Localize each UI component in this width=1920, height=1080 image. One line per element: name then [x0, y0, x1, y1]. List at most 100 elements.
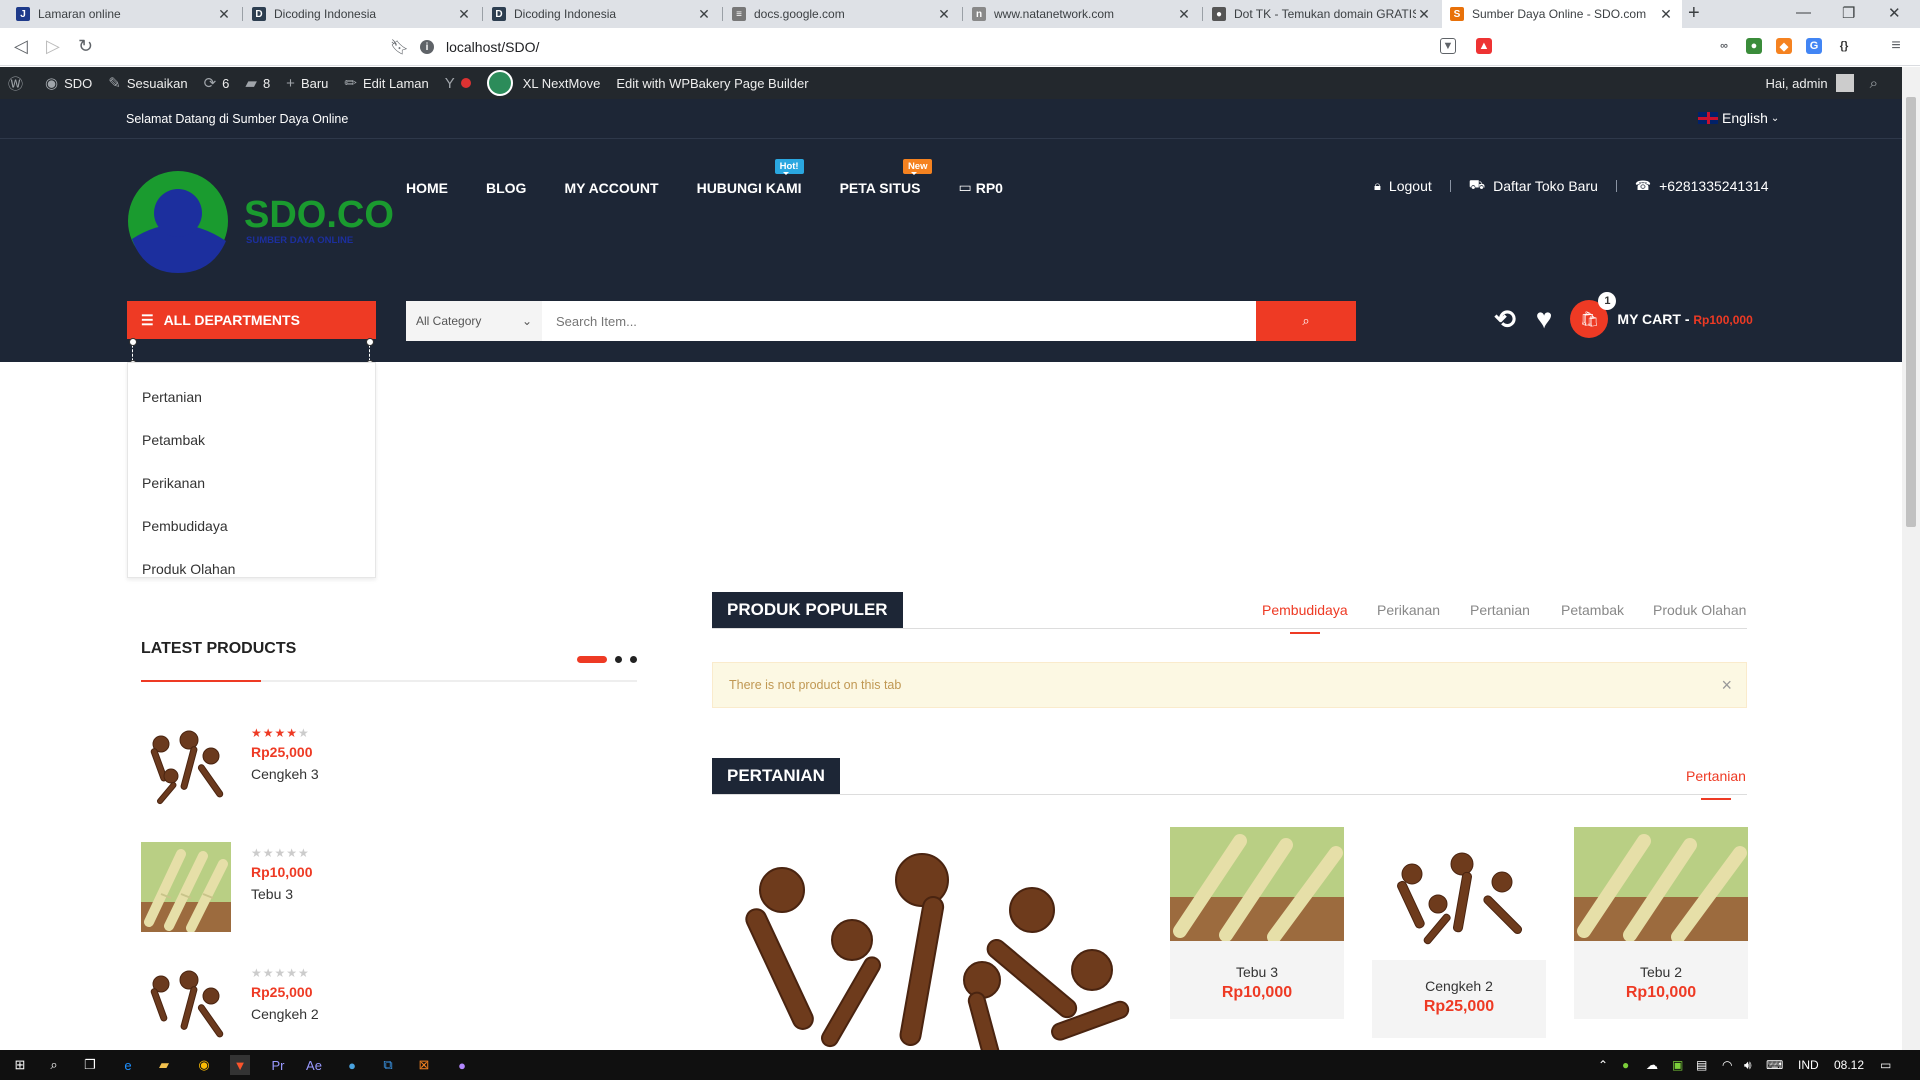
search-input[interactable]: [542, 301, 1256, 341]
cart-button[interactable]: 🛍︎ 1: [1570, 292, 1617, 338]
product-name[interactable]: Cengkeh 2: [1372, 978, 1546, 994]
new-store-link[interactable]: ⛟ Daftar Toko Baru: [1469, 177, 1598, 195]
extension-globe-icon[interactable]: ●: [1746, 38, 1762, 54]
translate-icon[interactable]: G: [1806, 38, 1822, 54]
browser-tab[interactable]: ● Dot TK - Temukan domain GRATIS ✕: [1204, 0, 1440, 28]
logout-link[interactable]: 🔒︎ Logout: [1374, 178, 1432, 194]
wifi-icon[interactable]: ◠: [1722, 1058, 1732, 1072]
reload-icon[interactable]: ↻: [78, 36, 93, 57]
product-name[interactable]: Tebu 3: [1170, 964, 1344, 980]
tray-app-icon[interactable]: ▤: [1696, 1058, 1707, 1072]
list-item[interactable]: ★★★★★ Rp25,000 Cengkeh 2: [141, 962, 319, 1052]
nav-blog[interactable]: BLOG: [486, 179, 526, 196]
json-extension-icon[interactable]: {}: [1836, 38, 1852, 54]
product-card[interactable]: Tebu 3 Rp10,000: [1170, 827, 1344, 1019]
product-thumbnail-cloves[interactable]: [141, 962, 231, 1052]
tray-app-icon[interactable]: ●: [1622, 1058, 1629, 1072]
wpbakery-link[interactable]: Edit with WPBakery Page Builder: [608, 67, 816, 99]
carousel-dot-active[interactable]: [577, 656, 607, 663]
scrollbar-thumb[interactable]: [1906, 97, 1916, 527]
keyboard-icon[interactable]: ⌨: [1766, 1058, 1783, 1072]
notification-icon[interactable]: ▭: [1880, 1058, 1891, 1072]
volume-icon[interactable]: 🔊︎: [1744, 1058, 1752, 1073]
tray-chevron-icon[interactable]: ⌃: [1598, 1058, 1608, 1072]
file-explorer-icon[interactable]: ▰: [154, 1055, 174, 1075]
all-departments-button[interactable]: ☰ ALL DEPARTMENTS: [127, 301, 376, 339]
windows-start-icon[interactable]: ⊞: [10, 1055, 30, 1075]
site-info-icon[interactable]: i: [420, 40, 434, 54]
close-icon[interactable]: ✕: [1176, 6, 1192, 23]
forward-icon[interactable]: ▷: [46, 36, 60, 57]
list-item[interactable]: ★★★★★ Rp25,000 Cengkeh 3: [141, 722, 319, 812]
dept-item-perikanan[interactable]: Perikanan: [128, 461, 375, 504]
nav-wallet[interactable]: ▭ RP0: [958, 179, 1002, 196]
wishlist-heart-icon[interactable]: ♥: [1536, 303, 1553, 335]
clock[interactable]: 08.12: [1834, 1058, 1864, 1072]
new-tab-icon[interactable]: +: [1688, 2, 1700, 25]
chrome-icon[interactable]: ◉: [194, 1055, 214, 1075]
restore-icon[interactable]: ❐: [1842, 4, 1855, 22]
task-view-icon[interactable]: ❐: [80, 1055, 100, 1075]
carousel-dot[interactable]: [630, 656, 637, 663]
nav-hubungi-kami[interactable]: Hot! HUBUNGI KAMI: [697, 159, 804, 196]
language-switcher[interactable]: English ⌄: [1698, 110, 1779, 126]
compare-icon[interactable]: ⟲: [1494, 304, 1516, 335]
product-thumbnail-sugarcane[interactable]: [141, 842, 231, 932]
input-language[interactable]: IND: [1798, 1058, 1819, 1072]
xampp-icon[interactable]: ⊠: [414, 1055, 434, 1075]
carousel-dot[interactable]: [615, 656, 622, 663]
link-icon[interactable]: ∞: [1716, 38, 1732, 54]
browser-tab[interactable]: D Dicoding Indonesia ✕: [484, 0, 720, 28]
admin-comments-link[interactable]: ▰ 8: [237, 67, 278, 99]
browser-tab[interactable]: n www.natanetwork.com ✕: [964, 0, 1200, 28]
browser-tab[interactable]: J Lamaran online ✕: [8, 0, 240, 28]
product-name[interactable]: Cengkeh 2: [251, 1006, 319, 1022]
wp-logo-menu[interactable]: Ⓦ: [0, 67, 37, 99]
brave-icon[interactable]: ▼: [230, 1055, 250, 1075]
admin-edit-link[interactable]: ✏ Edit Laman: [336, 67, 436, 99]
brave-shield-icon[interactable]: ▼: [1440, 38, 1456, 54]
browser-tab-active[interactable]: S Sumber Daya Online - SDO.com ✕: [1442, 0, 1682, 28]
close-icon[interactable]: ✕: [936, 6, 952, 23]
vertical-scrollbar[interactable]: [1902, 67, 1920, 1050]
nav-peta-situs[interactable]: New PETA SITUS: [840, 159, 933, 196]
cart-summary[interactable]: MY CART - Rp100,000: [1617, 311, 1752, 327]
app-icon[interactable]: ●: [342, 1055, 362, 1075]
admin-updates-link[interactable]: ⟳ 6: [196, 67, 238, 99]
product-image-sugarcane[interactable]: [1170, 827, 1344, 944]
my-account-menu[interactable]: Hai, admin: [1757, 67, 1861, 99]
admin-site-link[interactable]: ◉ SDO: [37, 67, 100, 99]
product-image-sugarcane[interactable]: [1574, 827, 1748, 944]
minimize-icon[interactable]: —: [1796, 4, 1811, 21]
back-icon[interactable]: ◁: [14, 36, 28, 57]
tab-produk-olahan[interactable]: Produk Olahan: [1653, 602, 1746, 618]
admin-new-link[interactable]: + Baru: [278, 67, 336, 99]
tab-pertanian[interactable]: Pertanian: [1686, 768, 1746, 800]
menu-icon[interactable]: ≡: [1888, 37, 1904, 54]
address-bar[interactable]: i localhost/SDO/: [420, 33, 1430, 61]
tab-perikanan[interactable]: Perikanan: [1377, 602, 1440, 618]
close-icon[interactable]: ✕: [696, 6, 712, 23]
app-icon[interactable]: ●: [452, 1055, 472, 1075]
product-name[interactable]: Tebu 2: [1574, 964, 1748, 980]
admin-customize-link[interactable]: ✎ Sesuaikan: [100, 67, 195, 99]
nextmove-menu[interactable]: XL NextMove: [479, 67, 609, 99]
premiere-icon[interactable]: Pr: [268, 1055, 288, 1075]
vscode-icon[interactable]: ⧉: [378, 1055, 398, 1075]
admin-search[interactable]: ⌕: [1862, 67, 1892, 99]
product-card[interactable]: Tebu 2 Rp10,000: [1574, 827, 1748, 1019]
nav-my-account[interactable]: MY ACCOUNT: [564, 179, 658, 196]
nvidia-icon[interactable]: ▣: [1672, 1058, 1683, 1072]
close-icon[interactable]: ✕: [216, 6, 232, 23]
product-image-cloves[interactable]: [1372, 827, 1546, 955]
tab-pertanian[interactable]: Pertanian: [1470, 602, 1530, 618]
edge-icon[interactable]: e: [118, 1055, 138, 1075]
tab-pembudidaya[interactable]: Pembudidaya: [1262, 602, 1348, 634]
yoast-menu[interactable]: Y: [437, 67, 479, 99]
close-window-icon[interactable]: ✕: [1888, 4, 1901, 22]
after-effects-icon[interactable]: Ae: [304, 1055, 324, 1075]
bookmark-icon[interactable]: 🔖︎: [390, 38, 409, 56]
product-card[interactable]: Cengkeh 2 Rp25,000: [1372, 827, 1546, 1038]
dept-item-pertanian[interactable]: Pertanian: [128, 375, 375, 418]
list-item[interactable]: ★★★★★ Rp10,000 Tebu 3: [141, 842, 312, 932]
